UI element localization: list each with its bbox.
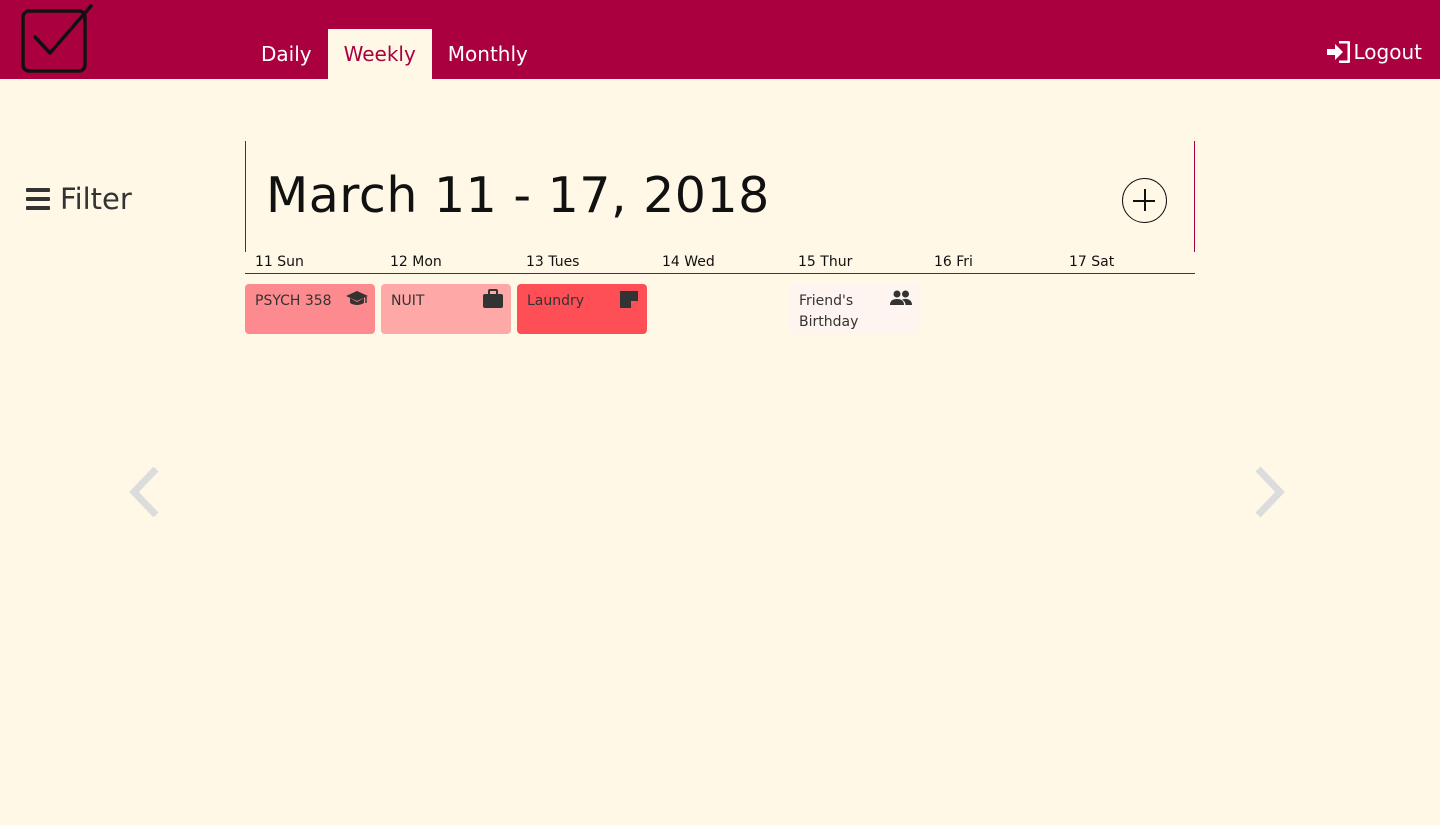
day-header-row: 11 Sun 12 Mon 13 Tues 14 Wed 15 Thur 16 … bbox=[245, 253, 1195, 274]
event-label: NUIT bbox=[391, 293, 425, 309]
week-title: March 11 - 17, 2018 bbox=[266, 167, 770, 224]
next-week-icon[interactable] bbox=[1250, 465, 1290, 519]
filter-label: Filter bbox=[60, 182, 132, 216]
event-card[interactable]: NUIT bbox=[381, 284, 511, 334]
event-label: PSYCH 358 bbox=[255, 293, 332, 309]
day-label: 12 Mon bbox=[390, 254, 442, 270]
note-icon bbox=[620, 291, 638, 308]
add-event-button[interactable] bbox=[1122, 178, 1167, 223]
tab-daily[interactable]: Daily bbox=[245, 29, 328, 79]
day-label: 13 Tues bbox=[526, 254, 580, 270]
people-icon bbox=[890, 290, 912, 305]
event-card[interactable]: Laundry bbox=[517, 284, 647, 334]
view-tabs: Daily Weekly Monthly bbox=[245, 29, 544, 79]
hamburger-menu-icon bbox=[26, 188, 50, 210]
logout-button[interactable]: Logout bbox=[1326, 40, 1422, 64]
event-card[interactable]: Friend's Birthday bbox=[789, 284, 919, 334]
sign-in-icon bbox=[1326, 41, 1350, 63]
day-label: 11 Sun bbox=[255, 254, 304, 270]
day-label: 15 Thur bbox=[798, 254, 853, 270]
event-label: Friend's Birthday bbox=[799, 293, 859, 330]
day-label: 14 Wed bbox=[662, 254, 715, 270]
event-label: Laundry bbox=[527, 293, 585, 309]
checkbox-logo-icon[interactable] bbox=[20, 4, 94, 74]
tab-weekly[interactable]: Weekly bbox=[327, 29, 432, 79]
week-header-panel: March 11 - 17, 2018 bbox=[245, 141, 1195, 252]
logout-label: Logout bbox=[1353, 40, 1422, 64]
previous-week-icon[interactable] bbox=[124, 465, 164, 519]
day-label: 16 Fri bbox=[934, 254, 973, 270]
filter-button[interactable]: Filter bbox=[26, 182, 132, 216]
briefcase-icon bbox=[483, 289, 503, 308]
day-label: 17 Sat bbox=[1069, 254, 1115, 270]
graduation-cap-icon bbox=[346, 291, 368, 305]
top-nav-bar: Daily Weekly Monthly Logout bbox=[0, 0, 1440, 79]
event-card[interactable]: PSYCH 358 bbox=[245, 284, 375, 334]
tab-monthly[interactable]: Monthly bbox=[432, 29, 544, 79]
